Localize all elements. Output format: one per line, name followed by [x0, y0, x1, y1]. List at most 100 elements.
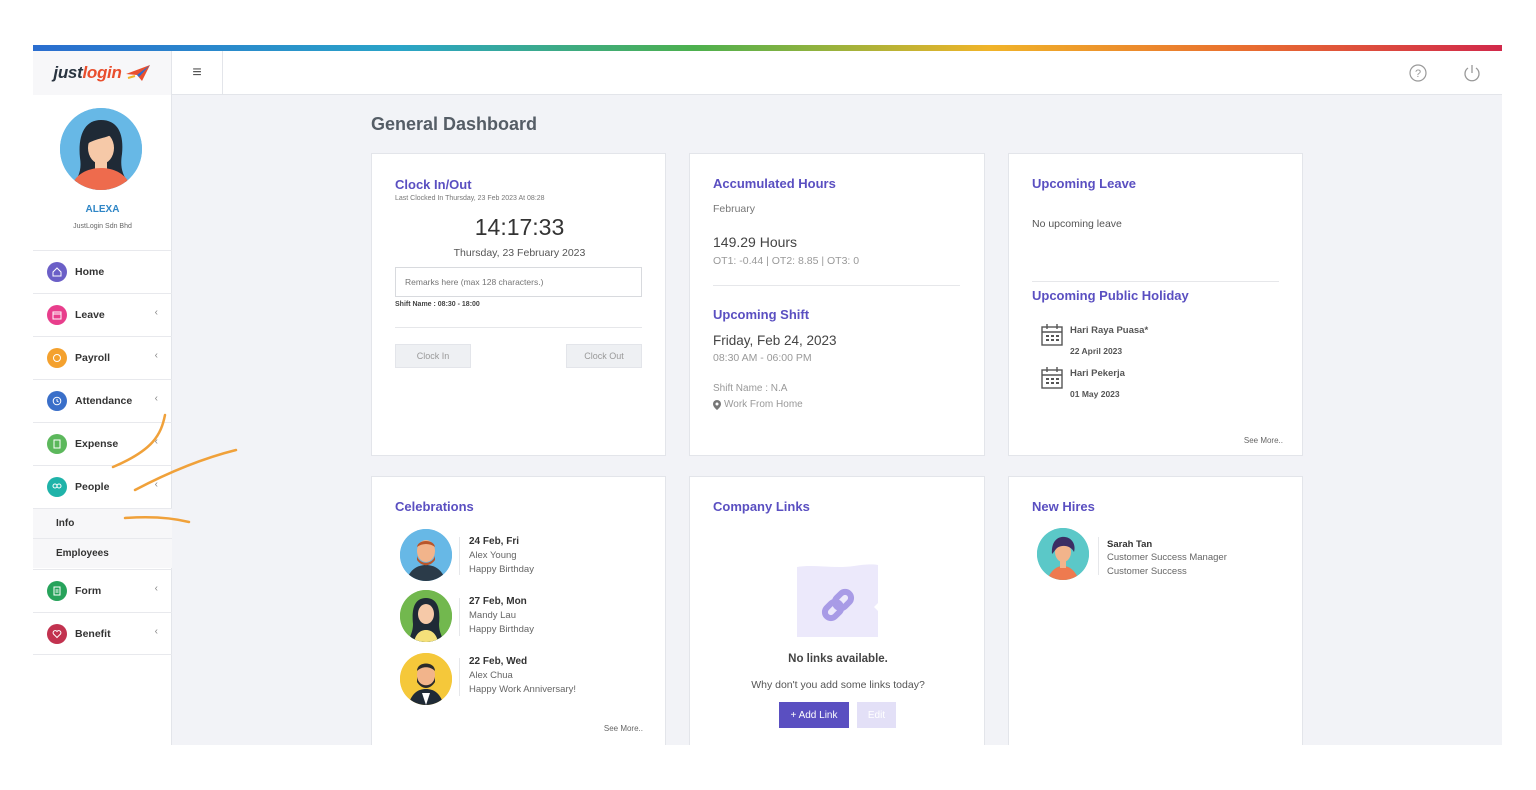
shift-name: Shift Name : 08:30 - 18:00 — [395, 301, 480, 308]
sidebar-item-label: Home — [75, 266, 105, 278]
leave-card: Upcoming Leave No upcoming leave Upcomin… — [1008, 153, 1303, 456]
sidebar-item-payroll[interactable]: Payroll ‹ — [33, 336, 172, 379]
sidebar-item-leave[interactable]: Leave ‹ — [33, 293, 172, 336]
celebrations-card: Celebrations 24 Feb, Fri Alex Young Happ… — [371, 476, 666, 745]
logo[interactable]: justlogin — [33, 51, 172, 95]
celebration-date: 24 Feb, Fri — [469, 536, 520, 547]
celebration-event: Happy Birthday — [469, 624, 534, 635]
clock-time: 14:17:33 — [474, 214, 565, 240]
card-title: Upcoming Public Holiday — [1032, 288, 1189, 303]
celebration-item: 27 Feb, Mon Mandy Lau Happy Birthday — [469, 596, 534, 637]
celebration-event: Happy Work Anniversary! — [469, 684, 577, 695]
holiday-date: 01 May 2023 — [1070, 389, 1120, 399]
clock-out-button[interactable]: Clock Out — [566, 344, 642, 368]
sidebar-item-form[interactable]: Form ‹ — [33, 569, 172, 612]
celebration-person: Mandy Lau — [469, 610, 517, 621]
chevron-left-icon: ‹ — [154, 350, 158, 361]
holiday-name: Hari Pekerja — [1070, 368, 1125, 379]
heart-icon — [47, 623, 67, 644]
no-links-subtitle: Why don't you add some links today? — [751, 679, 925, 691]
shift-location: Work From Home — [713, 399, 803, 410]
calendar-icon — [47, 305, 67, 325]
divider — [1032, 281, 1279, 282]
card-title: New Hires — [1032, 499, 1095, 514]
avatar[interactable] — [60, 108, 142, 190]
new-hire-department: Customer Success — [1107, 566, 1187, 577]
home-icon — [47, 262, 67, 282]
sidebar-item-label: Form — [75, 585, 102, 597]
holiday-name: Hari Raya Puasa* — [1070, 325, 1149, 336]
clock-date: Thursday, 23 February 2023 — [453, 247, 586, 259]
logo-prefix: just — [53, 63, 83, 82]
sidebar-item-benefit[interactable]: Benefit ‹ — [33, 612, 172, 655]
avatar — [400, 590, 452, 642]
user-name: ALEXA — [85, 204, 120, 215]
celebration-person: Alex Young — [469, 550, 517, 561]
celebration-date: 27 Feb, Mon — [469, 596, 527, 607]
sidebar-item-home[interactable]: Home — [33, 250, 172, 293]
add-link-button[interactable]: + Add Link — [779, 702, 849, 728]
logo-suffix: login — [82, 63, 122, 82]
avatar — [400, 529, 452, 581]
sidebar-subitem-employees[interactable]: Employees — [33, 538, 172, 568]
svg-text:?: ? — [1415, 68, 1421, 80]
user-avatar-image — [60, 108, 142, 190]
new-hire-item: Sarah Tan Customer Success Manager Custo… — [1107, 539, 1227, 579]
chevron-left-icon: ‹ — [154, 307, 158, 318]
chevron-left-icon: ‹ — [154, 393, 158, 404]
hours-month: February — [713, 203, 756, 215]
celebration-date: 22 Feb, Wed — [469, 656, 528, 667]
paper-plane-icon — [125, 65, 150, 81]
hours-card: Accumulated Hours February 149.29 Hours … — [689, 153, 985, 456]
card-title: Celebrations — [395, 499, 474, 514]
card-title: Upcoming Leave — [1032, 176, 1137, 191]
form-icon — [47, 581, 67, 601]
hamburger-icon: ≡ — [192, 64, 202, 81]
hours-total: 149.29 Hours — [713, 234, 798, 250]
power-icon[interactable] — [1462, 63, 1482, 83]
clock-card: Clock In/Out Last Clocked In Thursday, 2… — [371, 153, 666, 456]
people-icon — [47, 477, 67, 497]
see-more-link[interactable]: See More.. — [604, 724, 643, 733]
app-frame: justlogin ≡ ? ALEXA JustLogin Sdn Bhd Ho… — [33, 45, 1502, 745]
top-bar: justlogin ≡ ? — [33, 51, 1502, 95]
card-title: Clock In/Out — [395, 177, 472, 192]
calendar-icon — [1041, 324, 1063, 346]
annotation-strokes — [111, 413, 238, 524]
holiday-date: 22 April 2023 — [1070, 346, 1123, 356]
shift-name: Shift Name : N.A — [713, 383, 788, 394]
new-hire-name: Sarah Tan — [1107, 539, 1153, 550]
shift-date: Friday, Feb 24, 2023 — [713, 333, 837, 348]
celebration-item: 24 Feb, Fri Alex Young Happy Birthday — [469, 536, 534, 577]
help-icon[interactable]: ? — [1408, 63, 1428, 83]
payroll-icon — [47, 348, 67, 368]
see-more-link[interactable]: See More.. — [1244, 436, 1283, 445]
clock-in-button[interactable]: Clock In — [395, 344, 471, 368]
last-clocked-text: Last Clocked In Thursday, 23 Feb 2023 At… — [395, 195, 545, 202]
clock-icon — [47, 391, 67, 411]
divider — [713, 285, 960, 286]
no-leave-text: No upcoming leave — [1032, 218, 1122, 230]
hours-ot: OT1: -0.44 | OT2: 8.85 | OT3: 0 — [713, 255, 860, 267]
sidebar-item-label: Benefit — [75, 627, 111, 640]
calendar-icon — [1041, 367, 1063, 389]
menu-toggle-button[interactable]: ≡ — [172, 51, 223, 95]
map-pin-icon — [713, 399, 721, 410]
avatar — [400, 653, 452, 705]
sidebar-subitem-label: Info — [56, 518, 75, 529]
divider — [395, 327, 642, 328]
chevron-left-icon: ‹ — [154, 583, 158, 594]
no-links-title: No links available. — [788, 653, 888, 665]
sidebar-item-label: Leave — [75, 309, 105, 321]
user-company: JustLogin Sdn Bhd — [73, 223, 132, 230]
edit-links-button[interactable]: Edit — [857, 702, 896, 728]
celebration-item: 22 Feb, Wed Alex Chua Happy Work Anniver… — [469, 656, 576, 697]
link-placeholder-icon — [797, 564, 878, 637]
chevron-left-icon: ‹ — [154, 626, 158, 637]
receipt-icon — [47, 434, 67, 454]
shift-time: 08:30 AM - 06:00 PM — [713, 352, 812, 364]
card-title: Upcoming Shift — [713, 307, 810, 322]
location-text: Work From Home — [724, 399, 803, 410]
card-title: Company Links — [713, 499, 810, 514]
remarks-input[interactable] — [395, 267, 642, 297]
